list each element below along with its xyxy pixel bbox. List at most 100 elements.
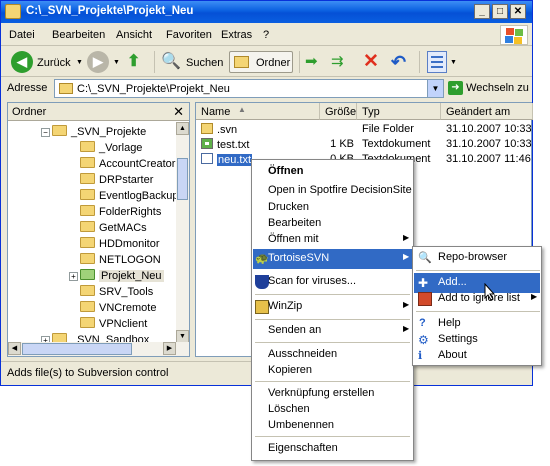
folder-pane-title: Ordner	[12, 106, 47, 118]
menu-item-copy[interactable]: Kopieren	[253, 361, 412, 381]
column-header-name[interactable]: Name ▲	[196, 103, 320, 120]
folder-icon	[80, 301, 95, 312]
tortoise-icon: 🐢	[255, 253, 269, 265]
menu-tools[interactable]: Extras	[221, 29, 252, 41]
views-dropdown-icon[interactable]: ▼	[450, 59, 457, 66]
menu-separator	[255, 342, 410, 343]
scroll-right-icon[interactable]: ▶	[163, 342, 176, 355]
search-label[interactable]: Suchen	[186, 57, 223, 69]
tree-item-selected[interactable]: + Projekt_Neu	[69, 269, 164, 285]
column-header-modified[interactable]: Geändert am	[441, 103, 533, 120]
file-row[interactable]: .svn File Folder 31.10.2007 10:33	[196, 122, 532, 137]
menu-file[interactable]: Datei	[9, 29, 35, 41]
menu-edit[interactable]: Bearbeiten	[52, 29, 105, 41]
folder-icon	[80, 205, 95, 216]
address-dropdown-icon[interactable]: ▼	[427, 80, 443, 97]
go-arrow-icon: ➜	[448, 81, 463, 95]
menu-item-properties[interactable]: Eigenschaften	[253, 439, 412, 459]
menu-help[interactable]: ?	[263, 29, 269, 41]
folder-icon	[80, 237, 95, 248]
menu-separator	[255, 319, 410, 320]
scroll-up-icon[interactable]: ▲	[176, 122, 189, 135]
menu-item-about[interactable]: ℹ About	[414, 346, 540, 366]
column-header-size[interactable]: Größe	[320, 103, 357, 120]
back-label[interactable]: Zurück	[37, 57, 71, 69]
file-row[interactable]: test.txt 1 KB Textdokument 31.10.2007 10…	[196, 137, 532, 152]
tree-item[interactable]: SRV_Tools	[80, 285, 153, 301]
tortoisesvn-submenu: 🔍 Repo-browser ✚ Add... Add to ignore li…	[412, 246, 542, 366]
title-bar[interactable]: C:\_SVN_Projekte\Projekt_Neu _ □ ✕	[1, 1, 532, 23]
move-to-icon[interactable]: ➡	[305, 51, 325, 73]
forward-arrow-icon[interactable]: ▶	[87, 51, 109, 73]
toolbar-separator	[154, 51, 155, 73]
minimize-button[interactable]: _	[474, 4, 490, 19]
maximize-button[interactable]: □	[492, 4, 508, 19]
address-input[interactable]: C:\_SVN_Projekte\Projekt_Neu ▼	[54, 79, 444, 98]
shield-icon	[255, 275, 269, 289]
search-icon: 🔍	[418, 252, 432, 264]
tree-item[interactable]: NETLOGON	[80, 253, 161, 269]
menu-item-open-with[interactable]: Öffnen mit ▶	[253, 230, 412, 250]
folder-icon	[80, 141, 95, 152]
folder-horizontal-scrollbar[interactable]: ◀ ▶	[8, 342, 189, 356]
views-icon[interactable]	[427, 51, 447, 73]
undo-icon[interactable]: ↶	[391, 51, 411, 73]
forward-dropdown-icon[interactable]: ▼	[113, 59, 120, 66]
menu-item-scan-viruses[interactable]: Scan for viruses...	[253, 272, 412, 292]
window-title: C:\_SVN_Projekte\Projekt_Neu	[26, 5, 194, 17]
scroll-thumb[interactable]	[177, 158, 188, 200]
toolbar-separator	[299, 51, 300, 73]
menu-item-tortoisesvn[interactable]: 🐢 TortoiseSVN ▶	[253, 249, 412, 269]
menu-item-add-to-ignore[interactable]: Add to ignore list ▶	[414, 289, 540, 309]
search-icon[interactable]: 🔍	[161, 51, 181, 73]
back-arrow-icon[interactable]: ◀	[11, 51, 33, 73]
submenu-arrow-icon: ▶	[403, 233, 410, 242]
tree-item[interactable]: EventlogBackup	[80, 189, 176, 205]
tree-item[interactable]: VPNclient	[80, 317, 147, 333]
scroll-left-icon[interactable]: ◀	[8, 342, 21, 355]
close-icon[interactable]: ✕	[173, 104, 184, 120]
copy-to-icon[interactable]: ⇉	[331, 51, 351, 73]
tree-item[interactable]: _Vorlage	[80, 141, 142, 157]
close-button[interactable]: ✕	[510, 4, 526, 19]
up-folder-icon[interactable]: ⬆	[127, 51, 147, 73]
menu-item-send-to[interactable]: Senden an ▶	[253, 321, 412, 341]
tree-item[interactable]: − _SVN_Projekte	[41, 125, 146, 141]
menu-item-rename[interactable]: Umbenennen	[253, 416, 412, 436]
menu-item-repo-browser[interactable]: 🔍 Repo-browser	[414, 248, 540, 268]
back-dropdown-icon[interactable]: ▼	[76, 59, 83, 66]
address-value[interactable]: C:\_SVN_Projekte\Projekt_Neu	[77, 83, 230, 95]
delete-icon[interactable]: ✕	[363, 51, 383, 73]
folder-icon	[201, 123, 213, 134]
ignore-icon	[418, 292, 432, 306]
folder-icon	[80, 317, 95, 328]
menu-separator	[416, 270, 540, 271]
go-button[interactable]: ➜ Wechseln zu	[448, 81, 529, 95]
expand-icon[interactable]: +	[69, 272, 78, 281]
mouse-cursor-icon	[484, 283, 496, 301]
menu-item-winzip[interactable]: WinZip ▶	[253, 297, 412, 317]
submenu-arrow-icon: ▶	[403, 324, 410, 333]
tree-item[interactable]: FolderRights	[80, 205, 161, 221]
tree-item[interactable]: GetMACs	[80, 221, 147, 237]
go-label: Wechseln zu	[466, 81, 529, 94]
scroll-thumb[interactable]	[22, 343, 132, 355]
tree-item[interactable]: VNCremote	[80, 301, 156, 317]
svn-folder-icon	[80, 269, 95, 280]
help-icon: ?	[419, 317, 426, 329]
collapse-icon[interactable]: −	[41, 128, 50, 137]
tree-item[interactable]: AccountCreator	[80, 157, 175, 173]
menu-item-open[interactable]: Öffnen	[253, 162, 412, 182]
folders-button[interactable]: Ordner	[229, 51, 293, 73]
submenu-arrow-icon: ▶	[403, 252, 410, 261]
text-file-icon	[201, 153, 213, 164]
column-header-type[interactable]: Typ	[357, 103, 441, 120]
menu-favorites[interactable]: Favoriten	[166, 29, 212, 41]
folder-icon	[5, 4, 21, 19]
tree-item[interactable]: HDDmonitor	[80, 237, 160, 253]
address-label: Adresse	[7, 82, 48, 94]
status-text: Adds file(s) to Subversion control	[7, 367, 169, 379]
tree-item[interactable]: DRPstarter	[80, 173, 153, 189]
menu-view[interactable]: Ansicht	[116, 29, 152, 41]
folder-vertical-scrollbar[interactable]: ▲ ▼	[176, 122, 189, 343]
